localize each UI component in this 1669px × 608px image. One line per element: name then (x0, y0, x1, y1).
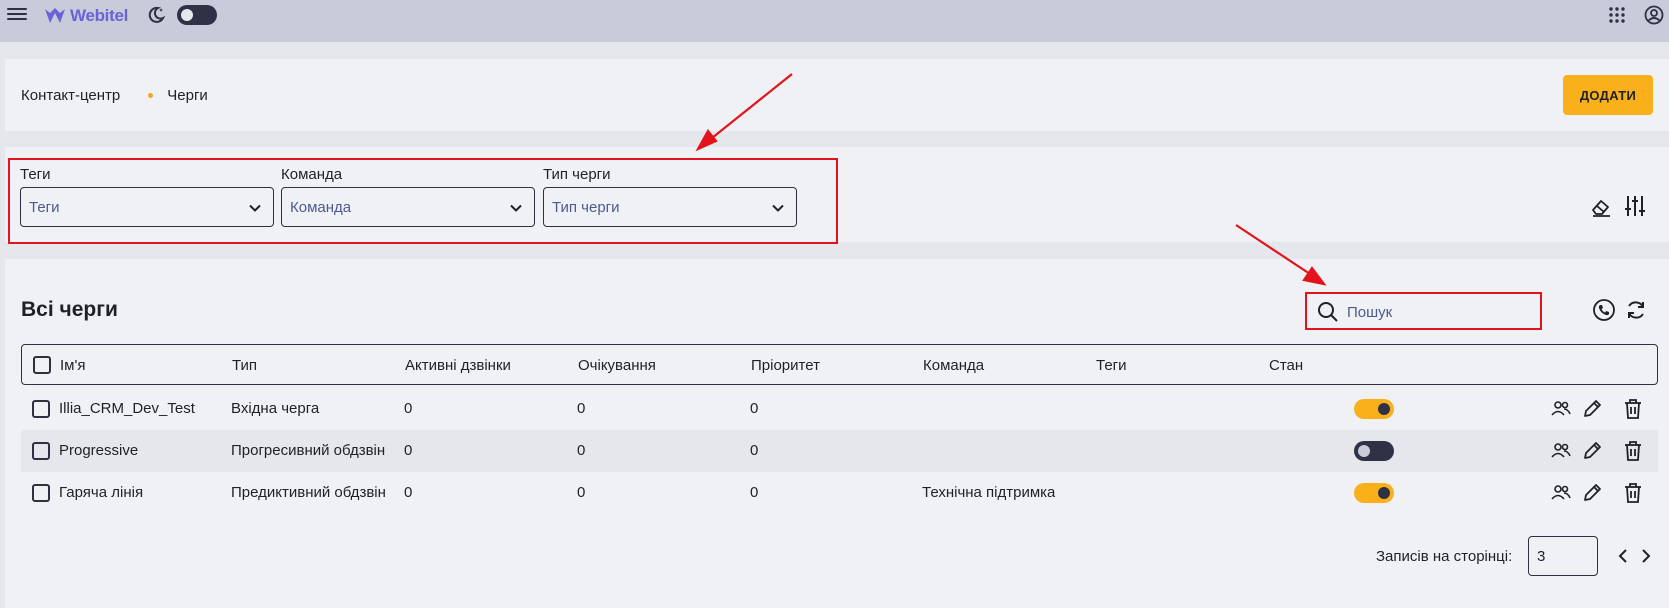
delete-icon[interactable] (1622, 398, 1644, 420)
breadcrumb-section[interactable]: Контакт-центр (21, 87, 120, 104)
theme-moon-icon (148, 6, 166, 23)
cell-type: Предиктивний обдзвін (231, 484, 386, 501)
cell-waiting: 0 (577, 484, 586, 501)
agents-icon[interactable] (1550, 482, 1572, 504)
cell-team: Технічна підтримка (922, 484, 1056, 501)
account-icon[interactable] (1644, 5, 1664, 25)
column-active-calls[interactable]: Активні дзвінки (405, 357, 511, 374)
column-name[interactable]: Ім'я (60, 357, 85, 374)
column-team[interactable]: Команда (923, 357, 984, 374)
toggle-knob (1378, 487, 1390, 499)
state-toggle[interactable] (1354, 399, 1394, 419)
agents-icon[interactable] (1550, 398, 1572, 420)
cell-type: Прогресивний обдзвін (231, 442, 386, 459)
cell-active-calls: 0 (404, 400, 413, 417)
logo[interactable]: Webitel (44, 4, 128, 28)
filters-highlight-box (8, 158, 838, 244)
page-size-label: Записів на сторінці: (1376, 548, 1513, 565)
cell-waiting: 0 (577, 400, 586, 417)
agents-icon[interactable] (1550, 440, 1572, 462)
breadcrumb-current: Черги (167, 87, 208, 104)
table-title: Всі черги (21, 298, 118, 321)
delete-icon[interactable] (1622, 482, 1644, 504)
cell-name[interactable]: Гаряча лінія (59, 484, 224, 501)
state-toggle[interactable] (1354, 483, 1394, 503)
add-button[interactable]: ДОДАТИ (1563, 75, 1653, 115)
delete-icon[interactable] (1622, 440, 1644, 462)
search-icon (1318, 302, 1338, 322)
filters-panel: Теги Теги Команда Команда Тип черги Тип … (5, 147, 1669, 244)
column-tags[interactable]: Теги (1096, 357, 1127, 374)
table-header: Ім'я Тип Активні дзвінки Очікування Пріо… (21, 344, 1658, 385)
call-history-icon[interactable] (1592, 298, 1616, 322)
edit-icon[interactable] (1581, 398, 1603, 420)
breadcrumb-separator (148, 93, 154, 98)
toggle-knob (1378, 403, 1390, 415)
column-type[interactable]: Тип (232, 357, 257, 374)
top-bar: Webitel (0, 0, 1669, 42)
chevron-left-icon[interactable] (1615, 547, 1631, 565)
brand-name: Webitel (70, 6, 129, 25)
edit-icon[interactable] (1581, 482, 1603, 504)
table-row: Illia_CRM_Dev_Test Вхідна черга 0 0 0 (21, 388, 1658, 430)
cell-active-calls: 0 (404, 442, 413, 459)
column-priority[interactable]: Пріоритет (751, 357, 820, 374)
queues-table-panel: Всі черги Ім'я Тип Активні дзвінки Очіку… (5, 259, 1669, 608)
cell-priority: 0 (750, 442, 759, 459)
search-input[interactable] (1347, 300, 1527, 324)
menu-icon[interactable] (7, 5, 27, 25)
column-waiting[interactable]: Очікування (578, 357, 656, 374)
chevron-right-icon[interactable] (1638, 547, 1654, 565)
search-box[interactable] (1305, 292, 1542, 330)
row-checkbox[interactable] (32, 484, 50, 502)
filter-settings-icon[interactable] (1624, 194, 1646, 218)
breadcrumb: Контакт-центр Черги (21, 87, 208, 104)
cell-name[interactable]: Illia_CRM_Dev_Test (59, 400, 224, 417)
edit-icon[interactable] (1581, 440, 1603, 462)
column-state[interactable]: Стан (1269, 357, 1303, 374)
cell-name[interactable]: Progressive (59, 442, 224, 459)
refresh-icon[interactable] (1624, 298, 1648, 322)
state-toggle[interactable] (1354, 441, 1394, 461)
row-checkbox[interactable] (32, 442, 50, 460)
row-checkbox[interactable] (32, 400, 50, 418)
cell-waiting: 0 (577, 442, 586, 459)
theme-toggle[interactable] (177, 5, 217, 25)
cell-type: Вхідна черга (231, 400, 320, 417)
select-all-checkbox[interactable] (33, 356, 51, 374)
apps-grid-icon[interactable] (1608, 6, 1626, 24)
cell-active-calls: 0 (404, 484, 413, 501)
eraser-icon[interactable] (1590, 196, 1612, 218)
page-header: Контакт-центр Черги ДОДАТИ (5, 59, 1669, 131)
toggle-knob (1358, 445, 1370, 457)
cell-priority: 0 (750, 400, 759, 417)
webitel-logo-icon (45, 8, 65, 23)
table-row: Progressive Прогресивний обдзвін 0 0 0 (21, 430, 1658, 472)
page-size-input[interactable] (1528, 536, 1598, 576)
cell-priority: 0 (750, 484, 759, 501)
table-row: Гаряча лінія Предиктивний обдзвін 0 0 0 … (21, 472, 1658, 514)
